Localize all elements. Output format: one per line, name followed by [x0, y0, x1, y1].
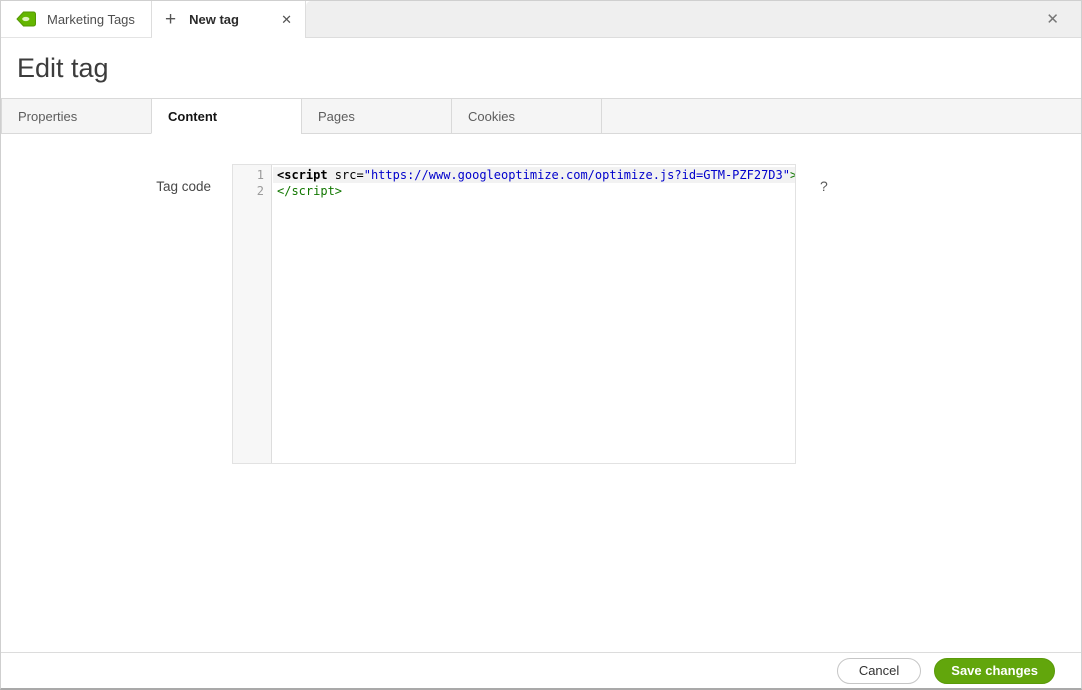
code-text: </script>	[273, 183, 795, 199]
code-editor[interactable]: 1<script src="https://www.googleoptimize…	[232, 164, 796, 464]
tag-code-label: Tag code	[1, 164, 211, 194]
new-tag-tab[interactable]: + New tag ✕	[152, 1, 306, 38]
code-text: <script src="https://www.googleoptimize.…	[273, 167, 796, 183]
cancel-button[interactable]: Cancel	[837, 658, 921, 684]
tab-bar: Properties Content Pages Cookies	[1, 98, 1081, 134]
tag-icon	[16, 11, 37, 27]
footer-bar: Cancel Save changes	[1, 652, 1081, 688]
code-line: 1<script src="https://www.googleoptimize…	[233, 167, 795, 183]
new-tag-label: New tag	[189, 12, 239, 27]
line-number: 2	[233, 183, 273, 199]
marketing-tags-tab[interactable]: Marketing Tags	[1, 1, 152, 38]
plus-icon[interactable]: +	[165, 10, 176, 29]
tab-content[interactable]: Content	[151, 98, 302, 134]
topbar-filler: ✕	[306, 1, 1081, 38]
tab-bar-filler	[601, 98, 1081, 134]
tab-cookies[interactable]: Cookies	[451, 98, 602, 134]
code-lines: 1<script src="https://www.googleoptimize…	[233, 165, 795, 199]
title-row: Edit tag	[1, 38, 1081, 98]
marketing-tags-label: Marketing Tags	[47, 12, 135, 27]
close-tab-icon[interactable]: ✕	[281, 12, 292, 28]
code-line: 2</script>	[233, 183, 795, 199]
window-close-icon[interactable]: ✕	[1046, 10, 1059, 28]
line-number: 1	[233, 167, 273, 183]
help-icon[interactable]: ?	[820, 164, 828, 194]
tag-form: Tag code 1<script src="https://www.googl…	[1, 134, 1081, 652]
editor-gutter	[233, 165, 272, 463]
topbar: Marketing Tags + New tag ✕ ✕	[1, 1, 1081, 38]
page-title: Edit tag	[17, 53, 109, 84]
tag-manager-window: Marketing Tags + New tag ✕ ✕ Edit tag Pr…	[0, 0, 1082, 690]
tab-properties[interactable]: Properties	[1, 98, 152, 134]
tab-pages[interactable]: Pages	[301, 98, 452, 134]
save-changes-button[interactable]: Save changes	[934, 658, 1055, 684]
